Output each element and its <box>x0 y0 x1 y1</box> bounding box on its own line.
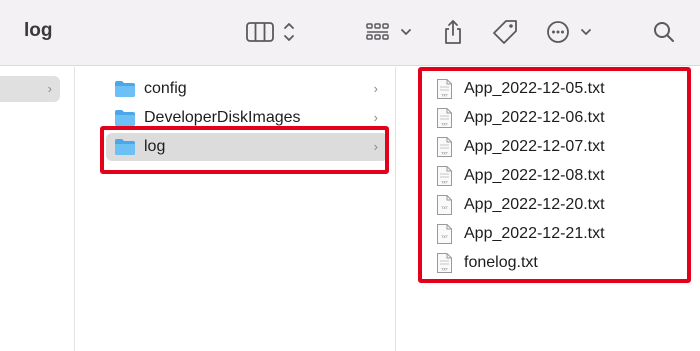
share-icon <box>445 20 461 44</box>
folder-item-developerdiskimages[interactable]: DeveloperDiskImages › <box>106 104 388 132</box>
folder-item-label: log <box>144 138 166 155</box>
file-item-label: App_2022-12-20.txt <box>464 195 605 213</box>
chevron-right-icon: › <box>47 81 52 96</box>
text-file-icon: TXT <box>437 78 452 99</box>
parent-selected-item[interactable]: › <box>0 76 60 102</box>
tag-icon <box>493 20 517 44</box>
svg-text:TXT: TXT <box>440 180 449 184</box>
search-icon <box>654 22 674 42</box>
chevron-right-icon: › <box>373 110 378 125</box>
tag-button[interactable] <box>489 16 521 48</box>
folder-item-label: DeveloperDiskImages <box>144 109 301 126</box>
folder-icon <box>115 139 135 155</box>
text-file-icon: TXT <box>437 194 452 215</box>
text-file-icon: TXT <box>437 223 452 244</box>
file-item-label: App_2022-12-21.txt <box>464 224 605 242</box>
file-item[interactable]: TXT App_2022-12-20.txt <box>437 190 605 219</box>
file-item-label: App_2022-12-08.txt <box>464 166 605 184</box>
svg-text:TXT: TXT <box>440 151 449 155</box>
text-file-icon: TXT <box>437 107 452 128</box>
file-item[interactable]: TXT App_2022-12-21.txt <box>437 219 605 248</box>
file-column[interactable]: TXT App_2022-12-05.txt TXT App_2022-12-0… <box>397 67 700 351</box>
toolbar: log <box>0 0 700 66</box>
svg-text:TXT: TXT <box>440 206 449 210</box>
file-item-label: App_2022-12-06.txt <box>464 108 605 126</box>
view-toggle-button[interactable] <box>245 16 299 48</box>
more-actions-button[interactable] <box>544 16 598 48</box>
file-item[interactable]: TXT App_2022-12-05.txt <box>437 74 605 103</box>
share-button[interactable] <box>438 16 468 48</box>
column-view-icon <box>246 22 294 42</box>
text-file-icon: TXT <box>437 165 452 186</box>
group-button[interactable] <box>364 16 418 48</box>
text-file-icon: TXT <box>437 252 452 273</box>
svg-text:TXT: TXT <box>440 267 449 271</box>
folder-icon <box>115 81 135 97</box>
svg-text:TXT: TXT <box>440 93 449 97</box>
file-item-label: fonelog.txt <box>464 253 538 271</box>
window-title: log <box>24 20 53 41</box>
text-file-icon: TXT <box>437 136 452 157</box>
file-item[interactable]: TXT App_2022-12-07.txt <box>437 132 605 161</box>
folder-item-config[interactable]: config › <box>106 75 388 103</box>
folder-item-label: config <box>144 80 187 97</box>
search-button[interactable] <box>649 16 679 48</box>
file-item-label: App_2022-12-07.txt <box>464 137 605 155</box>
svg-text:TXT: TXT <box>440 235 449 239</box>
chevron-right-icon: › <box>373 139 378 154</box>
file-item-label: App_2022-12-05.txt <box>464 79 605 97</box>
chevron-right-icon: › <box>373 81 378 96</box>
file-item[interactable]: TXT App_2022-12-08.txt <box>437 161 605 190</box>
parent-column[interactable]: › <box>0 67 75 351</box>
folder-item-log[interactable]: log › <box>106 133 388 161</box>
folder-icon <box>115 110 135 126</box>
group-icon <box>366 23 411 40</box>
file-item[interactable]: TXT App_2022-12-06.txt <box>437 103 605 132</box>
file-item[interactable]: TXT fonelog.txt <box>437 248 538 277</box>
svg-text:TXT: TXT <box>440 122 449 126</box>
folder-column[interactable]: config › DeveloperDiskImages › log › <box>76 67 396 351</box>
more-icon <box>547 21 591 43</box>
